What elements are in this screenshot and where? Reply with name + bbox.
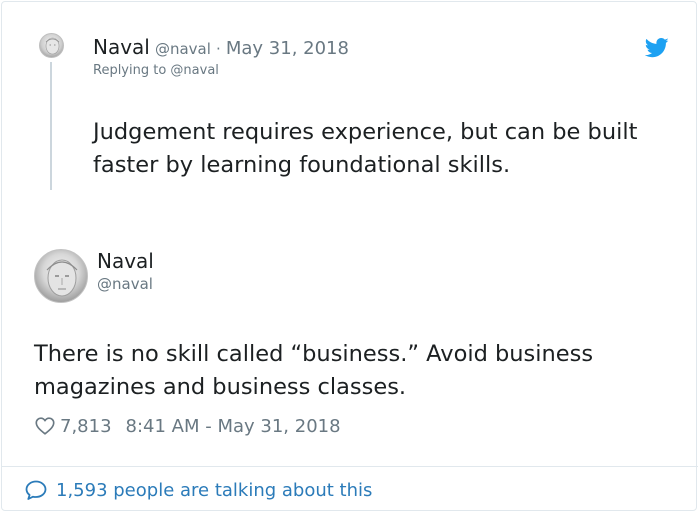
main-avatar[interactable] [34, 249, 88, 303]
twitter-bird-icon[interactable] [645, 38, 669, 58]
main-tweet-text: There is no skill called “business.” Avo… [34, 341, 594, 400]
tweet-meta-row: 7,813 8:41 AM - May 31, 2018 [34, 415, 341, 437]
parent-tweet-text: Judgement requires experience, but can b… [93, 119, 638, 178]
avatar-face-icon [45, 37, 60, 55]
avatar-face-icon [46, 259, 78, 297]
replying-to-label[interactable]: Replying to @naval [93, 63, 219, 78]
tweet-embed-card: Naval @naval · May 31, 2018 Replying to … [1, 1, 698, 511]
footer-divider [2, 466, 698, 467]
thread-connector-line [50, 62, 52, 190]
talking-about-link[interactable]: 1,593 people are talking about this [56, 480, 372, 501]
parent-author-name[interactable]: Naval [93, 35, 150, 59]
conversation-footer[interactable]: 1,593 people are talking about this [24, 478, 372, 502]
like-count[interactable]: 7,813 [60, 416, 112, 437]
tweet-timestamp[interactable]: 8:41 AM - May 31, 2018 [126, 416, 341, 437]
parent-tweet-header: Naval @naval · May 31, 2018 [93, 35, 349, 59]
parent-avatar[interactable] [39, 33, 64, 58]
main-author-name[interactable]: Naval [97, 249, 154, 273]
heart-outline-icon[interactable] [34, 415, 56, 437]
speech-bubble-icon [25, 480, 47, 500]
parent-author-handle[interactable]: @naval [155, 40, 211, 58]
main-author-handle[interactable]: @naval [97, 275, 153, 293]
header-separator: · [216, 40, 221, 58]
parent-tweet-date[interactable]: May 31, 2018 [226, 38, 349, 59]
